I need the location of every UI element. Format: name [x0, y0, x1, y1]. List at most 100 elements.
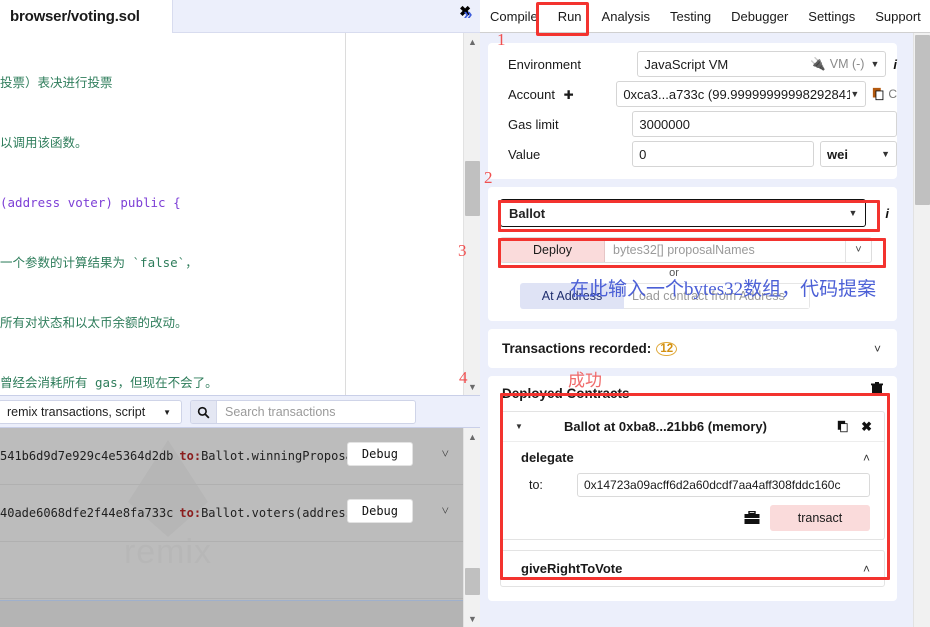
value-unit-select[interactable]: wei ▼ — [820, 141, 897, 167]
account-label: Account ✚ — [508, 87, 616, 102]
environment-select[interactable]: JavaScript VM 🔌 VM (-) ▼ — [637, 51, 887, 77]
code-line: (address voter) public { — [0, 195, 181, 210]
main-menubar: Compile Run Analysis Testing Debugger Se… — [480, 0, 930, 33]
code-line: 以调用该函数。 — [0, 135, 88, 150]
chevron-down-icon[interactable]: ▼ — [850, 89, 859, 99]
param-input-to[interactable]: 0x14723a09acff6d2a60dcdf7aa4aff308fddc16… — [577, 473, 870, 497]
chevron-down-icon[interactable]: ˅ — [874, 342, 881, 356]
tab-support[interactable]: Support — [865, 0, 930, 33]
tab-testing[interactable]: Testing — [660, 0, 721, 33]
terminal-row[interactable]: 40ade6068dfe2f44e8fa733c to: Ballot.vote… — [0, 485, 463, 542]
chevron-double-right-icon[interactable]: » — [456, 6, 480, 24]
chevron-down-icon[interactable]: ▼ — [881, 149, 890, 159]
chevron-down-icon[interactable]: ▼ — [848, 208, 857, 218]
chevron-down-icon[interactable]: ˅ — [845, 238, 871, 262]
scroll-up-icon[interactable]: ▲ — [464, 33, 480, 50]
info-icon[interactable]: i — [893, 57, 897, 72]
account-label-text: Account — [508, 86, 555, 102]
editor-pane: browser/voting.sol ✖ » 投票）表决进行投票 以调用该函数。… — [0, 0, 480, 627]
chevron-up-icon[interactable]: ˄ — [863, 562, 870, 576]
value-amount: 0 — [639, 146, 647, 162]
transactions-recorded-label: Transactions recorded: — [502, 341, 652, 356]
contract-instance-header[interactable]: ▼ Ballot at 0xba8...21bb6 (memory) ✖ — [501, 412, 884, 442]
run-panel-scrollbar[interactable] — [913, 33, 930, 627]
code-editor[interactable]: 投票）表决进行投票 以调用该函数。 (address voter) public… — [0, 33, 463, 395]
annotation-number-3: 3 — [458, 241, 467, 260]
file-tab-voting-sol[interactable]: browser/voting.sol — [0, 0, 173, 33]
search-transactions-wrap[interactable] — [190, 400, 416, 424]
search-input[interactable] — [217, 401, 415, 423]
transact-button[interactable]: transact — [770, 505, 870, 531]
account-select[interactable]: 0xca3...a733c (99.99999999998292841 ▼ — [616, 81, 867, 107]
editor-tabbar: browser/voting.sol ✖ » — [0, 0, 480, 33]
function-header[interactable]: giveRightToVote ˄ — [501, 551, 884, 586]
chevron-down-icon[interactable]: ˅ — [442, 503, 449, 519]
function-action-row: transact — [501, 497, 884, 531]
function-param-row: to: 0x14723a09acff6d2a60dcdf7aa4aff308fd… — [501, 471, 884, 497]
transactions-recorded-card[interactable]: Transactions recorded: 12 ˅ — [488, 329, 897, 368]
trash-icon[interactable] — [871, 382, 883, 396]
tab-run[interactable]: Run — [548, 0, 592, 33]
info-icon[interactable]: i — [885, 206, 889, 221]
scroll-down-icon[interactable]: ▼ — [464, 610, 480, 627]
run-panel-scroll-thumb[interactable] — [915, 35, 930, 205]
scroll-up-icon[interactable]: ▲ — [464, 428, 480, 445]
contract-select[interactable]: Ballot ▼ — [500, 199, 867, 227]
gas-limit-input[interactable]: 3000000 — [632, 111, 897, 137]
deploy-button[interactable]: Deploy — [501, 238, 605, 262]
function-delegate: delegate ˄ to: 0x14723a09acff6d2a60dcdf7… — [501, 442, 884, 539]
tab-settings[interactable]: Settings — [798, 0, 865, 33]
copy-icon[interactable] — [837, 420, 850, 433]
plus-circle-icon[interactable]: ✚ — [564, 88, 574, 102]
chevron-down-icon[interactable]: ˅ — [442, 446, 449, 462]
contract-instance-name: Ballot at 0xba8...21bb6 (memory) — [563, 419, 767, 434]
editor-scroll-thumb[interactable] — [465, 161, 480, 216]
copy-icon[interactable] — [872, 87, 886, 101]
gas-limit-value: 3000000 — [639, 116, 690, 132]
triangle-down-icon[interactable]: ▼ — [515, 422, 523, 431]
close-icon[interactable]: ✖ — [861, 419, 872, 435]
copy-label-cut: C — [888, 87, 897, 101]
vm-status: 🔌 VM (-) — [810, 57, 864, 72]
tab-analysis[interactable]: Analysis — [592, 0, 660, 33]
terminal-footer-strip — [0, 600, 463, 627]
value-input[interactable]: 0 — [632, 141, 815, 167]
tx-to-label: to: — [179, 449, 202, 463]
deploy-row: Deploy bytes32[] proposalNames ˅ — [500, 237, 872, 263]
tx-hash: 541b6d9d7e929c4e5364d2db — [0, 449, 174, 463]
tx-to-label: to: — [179, 506, 202, 520]
function-header[interactable]: delegate ˄ — [501, 448, 884, 471]
value-label: Value — [508, 146, 541, 162]
gas-limit-row: Gas limit 3000000 — [488, 109, 897, 139]
annotation-note-blue: 在此输入一个bytes32数组，代码提案 — [570, 279, 877, 300]
terminal-scroll-thumb[interactable] — [465, 568, 480, 595]
function-name: giveRightToVote — [521, 561, 623, 576]
tab-compile[interactable]: Compile — [480, 0, 548, 33]
terminal-scrollbar[interactable]: ▲ ▼ — [463, 428, 480, 627]
tab-debugger[interactable]: Debugger — [721, 0, 798, 33]
run-panel: Environment JavaScript VM 🔌 VM (-) ▼ i A… — [480, 33, 905, 627]
terminal-filter-select[interactable]: remix transactions, script ▼ — [0, 400, 182, 424]
terminal-log[interactable]: remix 541b6d9d7e929c4e5364d2db to: Ballo… — [0, 428, 463, 627]
file-tab-label: browser/voting.sol — [10, 8, 140, 25]
debug-button[interactable]: Debug — [346, 442, 413, 466]
deployed-contracts-card: Deployed Contracts ▼ Ballot at 0xba8...2… — [488, 376, 897, 601]
value-row: Value 0 wei ▼ — [488, 139, 897, 169]
editor-scrollbar[interactable]: ▲ ▼ — [463, 33, 480, 395]
plug-icon: 🔌 — [810, 56, 826, 71]
debug-button[interactable]: Debug — [346, 499, 413, 523]
account-value: 0xca3...a733c (99.99999999998292841 — [623, 86, 851, 102]
tx-hash: 40ade6068dfe2f44e8fa733c — [0, 506, 174, 520]
chevron-up-icon[interactable]: ˄ — [863, 451, 870, 465]
terminal-row-empty — [0, 542, 463, 599]
briefcase-icon[interactable] — [744, 511, 760, 525]
deploy-args-input[interactable]: bytes32[] proposalNames — [605, 238, 845, 262]
code-line: 一个参数的计算结果为 `false`， — [0, 255, 198, 270]
environment-value: JavaScript VM — [644, 56, 729, 72]
terminal-row[interactable]: 541b6d9d7e929c4e5364d2db to: Ballot.winn… — [0, 428, 463, 485]
chevron-down-icon: ▼ — [163, 407, 171, 417]
annotation-note-red: 成功 — [568, 371, 602, 390]
chevron-down-icon[interactable]: ▼ — [870, 59, 879, 69]
account-row: Account ✚ 0xca3...a733c (99.999999999982… — [488, 79, 897, 109]
environment-row: Environment JavaScript VM 🔌 VM (-) ▼ i — [488, 49, 897, 79]
